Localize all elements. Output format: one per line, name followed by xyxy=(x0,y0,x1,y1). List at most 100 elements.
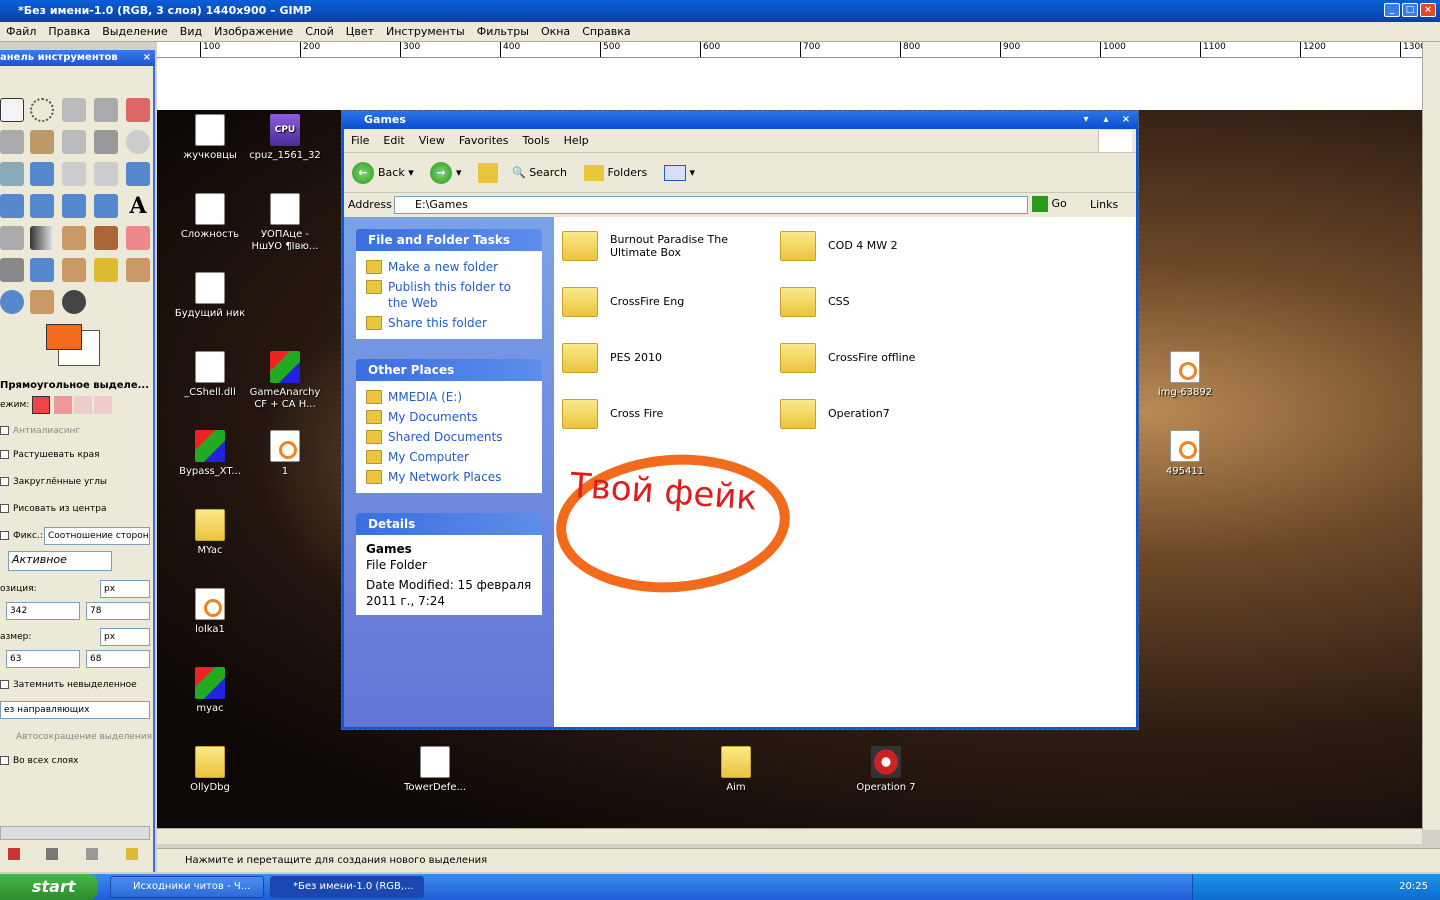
scissors-tool-icon[interactable] xyxy=(0,130,24,154)
dodge-burn-tool-icon[interactable] xyxy=(62,290,86,314)
rounded-corners-checkbox[interactable]: Закруглённые углы xyxy=(0,477,107,487)
vertical-scrollbar[interactable] xyxy=(1422,42,1440,830)
color-select-tool-icon[interactable] xyxy=(126,98,150,122)
blend-tool-icon[interactable] xyxy=(30,226,54,250)
other-places-header[interactable]: Other Places xyxy=(356,359,542,381)
publish-folder-link[interactable]: Publish this folder to the Web xyxy=(366,277,532,313)
canvas-blank-area[interactable] xyxy=(157,58,1422,110)
pencil-tool-icon[interactable] xyxy=(62,226,86,250)
go-button[interactable]: Go xyxy=(1032,196,1067,212)
folder-item[interactable]: Burnout Paradise The Ultimate Box xyxy=(562,227,772,271)
expand-center-checkbox[interactable]: Рисовать из центра xyxy=(0,504,106,514)
explorer-menu-arrow-icon[interactable]: ▾ xyxy=(1078,112,1094,127)
menu-select[interactable]: Выделение xyxy=(96,22,174,38)
taskbar-item-browser[interactable]: Исходники читов - Ч... xyxy=(110,876,264,898)
shear-tool-icon[interactable] xyxy=(30,194,54,218)
smudge-tool-icon[interactable] xyxy=(30,290,54,314)
feather-checkbox[interactable]: Растушевать края xyxy=(0,450,100,460)
place-network-places[interactable]: My Network Places xyxy=(366,467,532,487)
start-button[interactable]: start xyxy=(0,874,98,900)
share-folder-link[interactable]: Share this folder xyxy=(366,313,532,333)
save-options-icon[interactable] xyxy=(8,848,20,860)
fuzzy-select-tool-icon[interactable] xyxy=(94,98,118,122)
folder-item[interactable]: Operation7 xyxy=(780,395,990,439)
toolbox-scrollbar[interactable] xyxy=(0,826,150,840)
folder-item[interactable]: COD 4 MW 2 xyxy=(780,227,990,271)
horizontal-scrollbar[interactable] xyxy=(157,828,1422,844)
exp-menu-file[interactable]: File xyxy=(344,129,376,147)
antialias-checkbox[interactable]: Антиалиасинг xyxy=(0,426,80,436)
place-my-computer[interactable]: My Computer xyxy=(366,447,532,467)
forward-button[interactable]: → ▾ xyxy=(430,161,462,185)
exp-menu-favorites[interactable]: Favorites xyxy=(452,129,516,147)
perspective-clone-tool-icon[interactable] xyxy=(126,258,150,282)
foreground-color-swatch[interactable] xyxy=(46,324,82,350)
airbrush-tool-icon[interactable] xyxy=(0,258,24,282)
details-header[interactable]: Details xyxy=(356,513,542,535)
flip-tool-icon[interactable] xyxy=(94,194,118,218)
place-shared-documents[interactable]: Shared Documents xyxy=(366,427,532,447)
horizontal-ruler[interactable]: 100 200 300 400 500 600 700 800 900 1000… xyxy=(157,42,1422,58)
search-button[interactable]: 🔍 Search xyxy=(512,161,567,185)
menu-filters[interactable]: Фильтры xyxy=(471,22,535,38)
menu-windows[interactable]: Окна xyxy=(535,22,576,38)
folder-item[interactable]: CSS xyxy=(780,283,990,327)
file-folder-tasks-header[interactable]: File and Folder Tasks xyxy=(356,229,542,251)
menu-tools[interactable]: Инструменты xyxy=(380,22,471,38)
up-folder-button[interactable] xyxy=(478,161,498,185)
eraser-tool-icon[interactable] xyxy=(126,226,150,250)
explorer-close-button[interactable]: × xyxy=(1118,112,1134,127)
taskbar-item-gimp[interactable]: *Без имени-1.0 (RGB,... xyxy=(270,876,424,898)
folder-item[interactable]: CrossFire offline xyxy=(780,339,990,383)
clone-tool-icon[interactable] xyxy=(62,258,86,282)
links-button[interactable]: Links xyxy=(1090,198,1118,211)
move-tool-icon[interactable] xyxy=(30,162,54,186)
mode-intersect-button[interactable] xyxy=(94,396,112,414)
size-width-input[interactable]: 63 xyxy=(6,650,80,668)
folder-item[interactable]: Cross Fire xyxy=(562,395,772,439)
rotate-tool-icon[interactable] xyxy=(126,162,150,186)
exp-menu-view[interactable]: View xyxy=(412,129,452,147)
address-input[interactable]: E:\Games xyxy=(394,196,1028,214)
views-button[interactable]: ▾ xyxy=(664,161,695,185)
position-unit-select[interactable]: px xyxy=(100,580,150,598)
back-button[interactable]: ← Back ▾ xyxy=(352,161,414,185)
fixed-mode-select[interactable]: Соотношение сторон xyxy=(44,527,150,545)
delete-options-icon[interactable] xyxy=(86,848,98,860)
rect-select-tool-icon[interactable] xyxy=(0,98,24,122)
make-new-folder-link[interactable]: Make a new folder xyxy=(366,257,532,277)
heal-tool-icon[interactable] xyxy=(94,258,118,282)
explorer-maximize-button[interactable]: ▴ xyxy=(1098,112,1114,127)
folders-button[interactable]: Folders xyxy=(584,161,647,185)
folder-item[interactable]: PES 2010 xyxy=(562,339,772,383)
menu-file[interactable]: Файл xyxy=(0,22,42,38)
place-mmedia-drive[interactable]: MMEDIA (E:) xyxy=(366,387,532,407)
align-tool-icon[interactable] xyxy=(62,162,86,186)
color-picker-tool-icon[interactable] xyxy=(94,130,118,154)
fixed-checkbox[interactable]: Фикс.: xyxy=(0,531,43,541)
crop-tool-icon[interactable] xyxy=(94,162,118,186)
text-tool-icon[interactable]: A xyxy=(126,194,150,218)
restore-options-icon[interactable] xyxy=(46,848,58,860)
ellipse-select-tool-icon[interactable] xyxy=(30,98,54,122)
exp-menu-tools[interactable]: Tools xyxy=(516,129,557,147)
perspective-tool-icon[interactable] xyxy=(62,194,86,218)
menu-help[interactable]: Справка xyxy=(576,22,636,38)
mode-subtract-button[interactable] xyxy=(74,396,92,414)
menu-view[interactable]: Вид xyxy=(174,22,208,38)
exp-menu-help[interactable]: Help xyxy=(557,129,596,147)
reset-options-icon[interactable] xyxy=(126,848,138,860)
maximize-button[interactable]: □ xyxy=(1402,3,1418,17)
guides-select[interactable]: ез направляющих xyxy=(0,701,150,719)
bucket-fill-tool-icon[interactable] xyxy=(0,226,24,250)
menu-edit[interactable]: Правка xyxy=(42,22,96,38)
size-unit-select[interactable]: px xyxy=(100,628,150,646)
zoom-tool-icon[interactable] xyxy=(126,130,150,154)
lasso-tool-icon[interactable] xyxy=(62,98,86,122)
blur-tool-icon[interactable] xyxy=(0,290,24,314)
fixed-value-input[interactable]: Активное xyxy=(8,551,112,571)
paths-tool-icon[interactable] xyxy=(62,130,86,154)
place-my-documents[interactable]: My Documents xyxy=(366,407,532,427)
position-y-input[interactable]: 78 xyxy=(86,602,150,620)
position-x-input[interactable]: 342 xyxy=(6,602,80,620)
